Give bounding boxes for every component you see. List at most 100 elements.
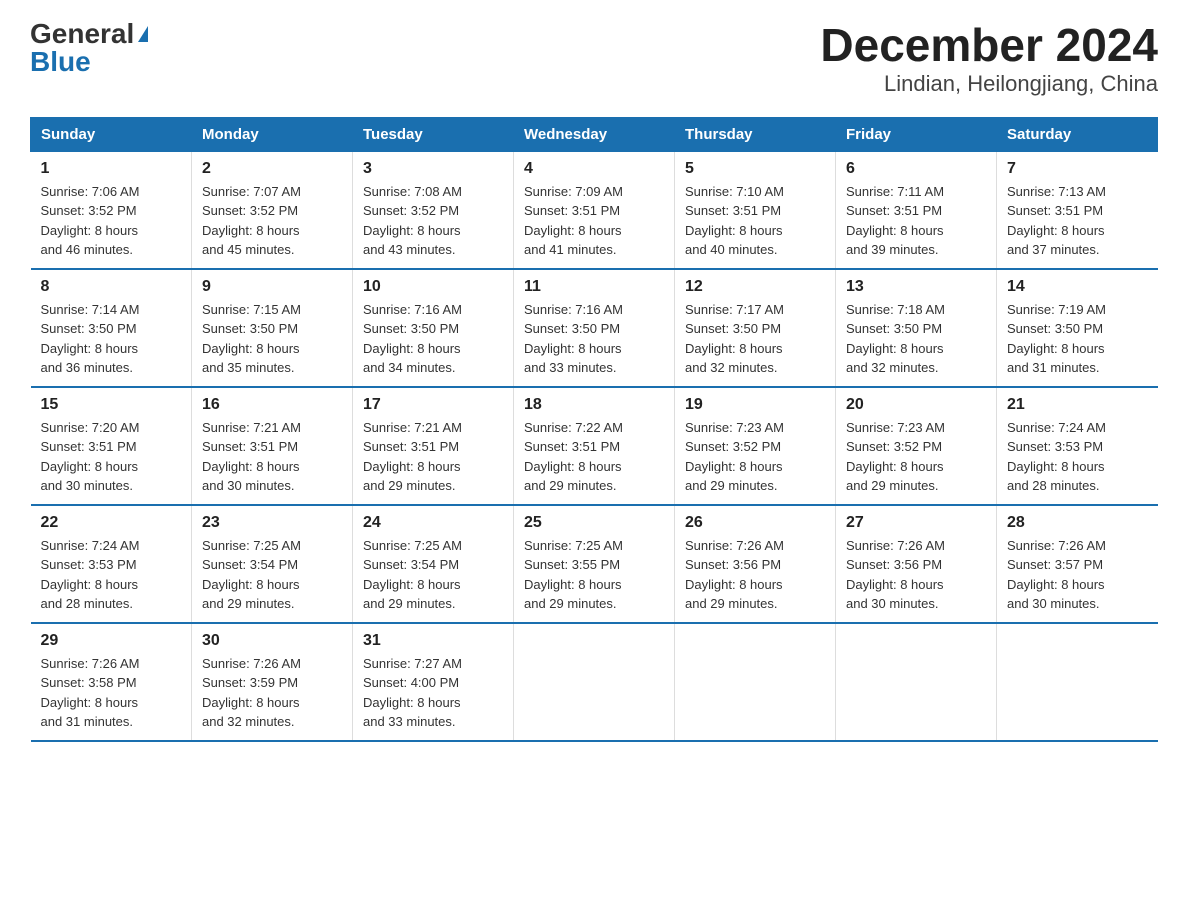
day-info: Sunrise: 7:18 AM Sunset: 3:50 PM Dayligh…	[846, 300, 986, 378]
day-number: 24	[363, 514, 503, 532]
day-number: 16	[202, 396, 342, 414]
header-friday: Friday	[836, 117, 997, 151]
calendar-week-row: 15 Sunrise: 7:20 AM Sunset: 3:51 PM Dayli…	[31, 387, 1158, 505]
day-number: 8	[41, 278, 182, 296]
day-info: Sunrise: 7:16 AM Sunset: 3:50 PM Dayligh…	[524, 300, 664, 378]
calendar-cell: 12 Sunrise: 7:17 AM Sunset: 3:50 PM Dayli…	[675, 269, 836, 387]
day-number: 4	[524, 160, 664, 178]
day-info: Sunrise: 7:26 AM Sunset: 3:59 PM Dayligh…	[202, 654, 342, 732]
header-monday: Monday	[192, 117, 353, 151]
day-info: Sunrise: 7:25 AM Sunset: 3:55 PM Dayligh…	[524, 536, 664, 614]
day-number: 19	[685, 396, 825, 414]
calendar-cell: 9 Sunrise: 7:15 AM Sunset: 3:50 PM Daylig…	[192, 269, 353, 387]
day-info: Sunrise: 7:20 AM Sunset: 3:51 PM Dayligh…	[41, 418, 182, 496]
day-number: 7	[1007, 160, 1148, 178]
day-number: 3	[363, 160, 503, 178]
day-number: 26	[685, 514, 825, 532]
calendar-cell: 7 Sunrise: 7:13 AM Sunset: 3:51 PM Daylig…	[997, 151, 1158, 269]
day-info: Sunrise: 7:26 AM Sunset: 3:56 PM Dayligh…	[846, 536, 986, 614]
day-info: Sunrise: 7:13 AM Sunset: 3:51 PM Dayligh…	[1007, 182, 1148, 260]
day-number: 9	[202, 278, 342, 296]
calendar-header-row: SundayMondayTuesdayWednesdayThursdayFrid…	[31, 117, 1158, 151]
calendar-cell	[514, 623, 675, 741]
title-block: December 2024 Lindian, Heilongjiang, Chi…	[820, 20, 1158, 97]
day-info: Sunrise: 7:07 AM Sunset: 3:52 PM Dayligh…	[202, 182, 342, 260]
calendar-cell	[997, 623, 1158, 741]
calendar-cell: 28 Sunrise: 7:26 AM Sunset: 3:57 PM Dayli…	[997, 505, 1158, 623]
day-info: Sunrise: 7:23 AM Sunset: 3:52 PM Dayligh…	[685, 418, 825, 496]
logo-blue-text: Blue	[30, 46, 91, 77]
calendar-cell: 22Sunrise: 7:24 AM Sunset: 3:53 PM Dayli…	[31, 505, 192, 623]
calendar-cell: 21 Sunrise: 7:24 AM Sunset: 3:53 PM Dayli…	[997, 387, 1158, 505]
header-wednesday: Wednesday	[514, 117, 675, 151]
calendar-cell: 8 Sunrise: 7:14 AM Sunset: 3:50 PM Daylig…	[31, 269, 192, 387]
calendar-cell: 27Sunrise: 7:26 AM Sunset: 3:56 PM Dayli…	[836, 505, 997, 623]
day-info: Sunrise: 7:26 AM Sunset: 3:57 PM Dayligh…	[1007, 536, 1148, 614]
header-sunday: Sunday	[31, 117, 192, 151]
calendar-cell: 17 Sunrise: 7:21 AM Sunset: 3:51 PM Dayli…	[353, 387, 514, 505]
calendar-week-row: 8 Sunrise: 7:14 AM Sunset: 3:50 PM Daylig…	[31, 269, 1158, 387]
day-info: Sunrise: 7:08 AM Sunset: 3:52 PM Dayligh…	[363, 182, 503, 260]
day-number: 17	[363, 396, 503, 414]
day-number: 25	[524, 514, 664, 532]
calendar-week-row: 29Sunrise: 7:26 AM Sunset: 3:58 PM Dayli…	[31, 623, 1158, 741]
day-number: 28	[1007, 514, 1148, 532]
day-info: Sunrise: 7:16 AM Sunset: 3:50 PM Dayligh…	[363, 300, 503, 378]
calendar-cell: 15 Sunrise: 7:20 AM Sunset: 3:51 PM Dayli…	[31, 387, 192, 505]
day-info: Sunrise: 7:21 AM Sunset: 3:51 PM Dayligh…	[363, 418, 503, 496]
day-number: 18	[524, 396, 664, 414]
day-number: 2	[202, 160, 342, 178]
calendar-table: SundayMondayTuesdayWednesdayThursdayFrid…	[30, 117, 1158, 742]
calendar-cell: 10 Sunrise: 7:16 AM Sunset: 3:50 PM Dayli…	[353, 269, 514, 387]
day-number: 21	[1007, 396, 1148, 414]
day-number: 30	[202, 632, 342, 650]
page-header: General Blue December 2024 Lindian, Heil…	[30, 20, 1158, 97]
day-info: Sunrise: 7:23 AM Sunset: 3:52 PM Dayligh…	[846, 418, 986, 496]
calendar-cell: 20Sunrise: 7:23 AM Sunset: 3:52 PM Dayli…	[836, 387, 997, 505]
calendar-cell: 13 Sunrise: 7:18 AM Sunset: 3:50 PM Dayli…	[836, 269, 997, 387]
day-info: Sunrise: 7:15 AM Sunset: 3:50 PM Dayligh…	[202, 300, 342, 378]
calendar-cell: 5 Sunrise: 7:10 AM Sunset: 3:51 PM Daylig…	[675, 151, 836, 269]
day-number: 13	[846, 278, 986, 296]
calendar-week-row: 1Sunrise: 7:06 AM Sunset: 3:52 PM Daylig…	[31, 151, 1158, 269]
day-info: Sunrise: 7:09 AM Sunset: 3:51 PM Dayligh…	[524, 182, 664, 260]
day-info: Sunrise: 7:11 AM Sunset: 3:51 PM Dayligh…	[846, 182, 986, 260]
day-number: 10	[363, 278, 503, 296]
day-info: Sunrise: 7:24 AM Sunset: 3:53 PM Dayligh…	[1007, 418, 1148, 496]
day-number: 15	[41, 396, 182, 414]
day-info: Sunrise: 7:21 AM Sunset: 3:51 PM Dayligh…	[202, 418, 342, 496]
page-title: December 2024	[820, 20, 1158, 71]
calendar-cell	[675, 623, 836, 741]
calendar-cell: 2 Sunrise: 7:07 AM Sunset: 3:52 PM Daylig…	[192, 151, 353, 269]
day-info: Sunrise: 7:17 AM Sunset: 3:50 PM Dayligh…	[685, 300, 825, 378]
day-info: Sunrise: 7:22 AM Sunset: 3:51 PM Dayligh…	[524, 418, 664, 496]
calendar-cell: 16 Sunrise: 7:21 AM Sunset: 3:51 PM Dayli…	[192, 387, 353, 505]
day-info: Sunrise: 7:26 AM Sunset: 3:58 PM Dayligh…	[41, 654, 182, 732]
day-info: Sunrise: 7:26 AM Sunset: 3:56 PM Dayligh…	[685, 536, 825, 614]
logo-general-text: General	[30, 20, 134, 48]
calendar-cell: 3 Sunrise: 7:08 AM Sunset: 3:52 PM Daylig…	[353, 151, 514, 269]
calendar-cell: 29Sunrise: 7:26 AM Sunset: 3:58 PM Dayli…	[31, 623, 192, 741]
calendar-cell: 23 Sunrise: 7:25 AM Sunset: 3:54 PM Dayli…	[192, 505, 353, 623]
day-info: Sunrise: 7:27 AM Sunset: 4:00 PM Dayligh…	[363, 654, 503, 732]
day-number: 22	[41, 514, 182, 532]
calendar-cell: 11Sunrise: 7:16 AM Sunset: 3:50 PM Dayli…	[514, 269, 675, 387]
day-info: Sunrise: 7:10 AM Sunset: 3:51 PM Dayligh…	[685, 182, 825, 260]
calendar-cell: 25 Sunrise: 7:25 AM Sunset: 3:55 PM Dayli…	[514, 505, 675, 623]
day-number: 5	[685, 160, 825, 178]
day-number: 6	[846, 160, 986, 178]
day-info: Sunrise: 7:25 AM Sunset: 3:54 PM Dayligh…	[363, 536, 503, 614]
calendar-cell: 18 Sunrise: 7:22 AM Sunset: 3:51 PM Dayli…	[514, 387, 675, 505]
day-info: Sunrise: 7:14 AM Sunset: 3:50 PM Dayligh…	[41, 300, 182, 378]
day-info: Sunrise: 7:25 AM Sunset: 3:54 PM Dayligh…	[202, 536, 342, 614]
day-number: 31	[363, 632, 503, 650]
header-tuesday: Tuesday	[353, 117, 514, 151]
logo-triangle-icon	[138, 26, 148, 42]
calendar-week-row: 22Sunrise: 7:24 AM Sunset: 3:53 PM Dayli…	[31, 505, 1158, 623]
day-number: 1	[41, 160, 182, 178]
calendar-cell	[836, 623, 997, 741]
day-number: 12	[685, 278, 825, 296]
day-number: 23	[202, 514, 342, 532]
logo: General Blue	[30, 20, 148, 76]
calendar-cell: 4 Sunrise: 7:09 AM Sunset: 3:51 PM Daylig…	[514, 151, 675, 269]
